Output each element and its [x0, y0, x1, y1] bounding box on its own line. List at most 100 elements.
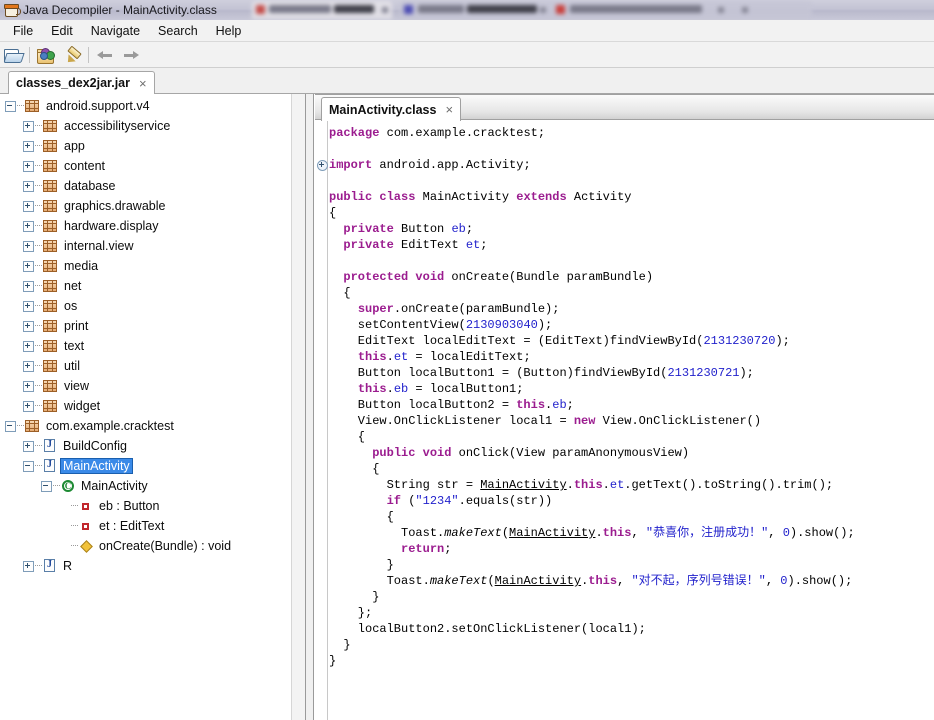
java-decompiler-window: Java Decompiler - MainActivity.class Fil… — [0, 0, 934, 720]
expand-icon[interactable] — [22, 320, 35, 333]
tree-node[interactable]: database — [0, 176, 291, 196]
menu-edit[interactable]: Edit — [42, 22, 82, 40]
tree-node-label: accessibilityservice — [64, 119, 171, 133]
background-browser-tabs — [252, 0, 934, 20]
tree-node[interactable]: JR — [0, 556, 291, 576]
expand-icon[interactable] — [22, 140, 35, 153]
tree-node-label: util — [64, 359, 80, 373]
class-file-icon: J — [43, 559, 57, 573]
tree-node[interactable]: hardware.display — [0, 216, 291, 236]
tree-node[interactable]: onCreate(Bundle) : void — [0, 536, 291, 556]
expand-icon[interactable] — [22, 260, 35, 273]
fold-gutter[interactable] — [315, 121, 328, 720]
tree-node[interactable]: text — [0, 336, 291, 356]
tree-vertical-scrollbar[interactable] — [291, 94, 305, 720]
expand-icon[interactable] — [22, 240, 35, 253]
code-line: } — [329, 638, 351, 652]
package-icon — [43, 159, 58, 173]
collapse-icon[interactable] — [4, 420, 17, 433]
collapse-icon[interactable] — [40, 480, 53, 493]
tree-node[interactable]: eb : Button — [0, 496, 291, 516]
expand-icon[interactable] — [22, 440, 35, 453]
code-line: Toast.makeText(MainActivity.this, "恭喜你，注… — [329, 526, 855, 540]
tree-connector — [35, 145, 42, 147]
package-icon — [43, 219, 58, 233]
tree-node[interactable]: view — [0, 376, 291, 396]
tree-node[interactable]: J BuildConfig — [0, 436, 291, 456]
tree-node[interactable]: media — [0, 256, 291, 276]
tree-node-label: app — [64, 139, 85, 153]
package-icon — [43, 199, 58, 213]
jar-tab-bar: classes_dex2jar.jar × — [0, 68, 934, 94]
tree-node[interactable]: accessibilityservice — [0, 116, 291, 136]
tree-node-label: os — [64, 299, 78, 313]
tree-node[interactable]: util — [0, 356, 291, 376]
tree-node-label: print — [64, 319, 89, 333]
close-icon[interactable]: × — [445, 103, 453, 116]
tree-node-label: MainActivity — [60, 458, 133, 474]
navigate-forward-button[interactable] — [119, 44, 143, 66]
expand-icon[interactable] — [22, 340, 35, 353]
code-line: setContentView(2130903040); — [329, 318, 553, 332]
toolbar-separator-2 — [88, 46, 89, 63]
expand-icon[interactable] — [22, 180, 35, 193]
tree-node[interactable]: et : EditText — [0, 516, 291, 536]
menu-file[interactable]: File — [4, 22, 42, 40]
tree-node[interactable]: internal.view — [0, 236, 291, 256]
tree-node-label: eb : Button — [99, 499, 160, 513]
tree-connector — [35, 465, 42, 467]
code-line: Toast.makeText(MainActivity.this, "对不起，序… — [329, 574, 853, 588]
tree-node[interactable]: net — [0, 276, 291, 296]
code-line: this.eb = localButton1; — [357, 382, 524, 396]
expand-icon[interactable] — [22, 400, 35, 413]
tree-connector — [35, 265, 42, 267]
edit-button[interactable] — [60, 44, 84, 66]
tree-node[interactable]: app — [0, 136, 291, 156]
editor-tab-mainactivity[interactable]: MainActivity.class × — [321, 97, 462, 121]
expand-icon[interactable] — [22, 380, 35, 393]
expand-icon[interactable] — [22, 300, 35, 313]
toolbar — [0, 42, 934, 68]
package-icon — [43, 139, 58, 153]
tree-node[interactable]: com.example.cracktest — [0, 416, 291, 436]
close-icon[interactable]: × — [139, 77, 147, 90]
fold-expand-icon[interactable] — [317, 160, 328, 171]
package-tree[interactable]: android.support.v4 accessibilityservice ap… — [0, 94, 291, 720]
code-area[interactable]: package com.example.cracktest; import an… — [315, 121, 934, 720]
expand-icon[interactable] — [22, 120, 35, 133]
tree-node[interactable]: J MainActivity — [0, 456, 291, 476]
tree-node-label: R — [63, 559, 73, 573]
tree-node[interactable]: graphics.drawable — [0, 196, 291, 216]
tree-node[interactable]: content — [0, 156, 291, 176]
source-code: package com.example.cracktest; import an… — [329, 121, 934, 720]
open-file-button[interactable] — [1, 44, 25, 66]
expand-icon[interactable] — [22, 200, 35, 213]
panel-divider[interactable] — [306, 94, 314, 720]
collapse-icon[interactable] — [22, 460, 35, 473]
menu-search[interactable]: Search — [149, 22, 207, 40]
navigate-back-button[interactable] — [93, 44, 117, 66]
field-icon — [79, 499, 93, 513]
menu-help[interactable]: Help — [207, 22, 251, 40]
tree-node[interactable]: C MainActivity — [0, 476, 291, 496]
expand-icon[interactable] — [22, 360, 35, 373]
code-line: private Button eb; — [343, 222, 474, 236]
tree-node[interactable]: android.support.v4 — [0, 96, 291, 116]
jar-tab-classes-dex2jar[interactable]: classes_dex2jar.jar × — [8, 71, 155, 94]
tree-node[interactable]: os — [0, 296, 291, 316]
open-type-button[interactable] — [34, 44, 58, 66]
expand-icon[interactable] — [22, 280, 35, 293]
package-icon — [43, 119, 58, 133]
tree-node[interactable]: print — [0, 316, 291, 336]
expand-icon[interactable] — [22, 560, 35, 573]
tree-connector — [35, 445, 42, 447]
menu-navigate[interactable]: Navigate — [82, 22, 149, 40]
expand-icon[interactable] — [22, 160, 35, 173]
tree-node[interactable]: widget — [0, 396, 291, 416]
expand-icon[interactable] — [22, 220, 35, 233]
collapse-icon[interactable] — [4, 100, 17, 113]
tree-node-label: text — [64, 339, 85, 353]
code-line: protected void onCreate(Bundle paramBund… — [343, 270, 654, 284]
